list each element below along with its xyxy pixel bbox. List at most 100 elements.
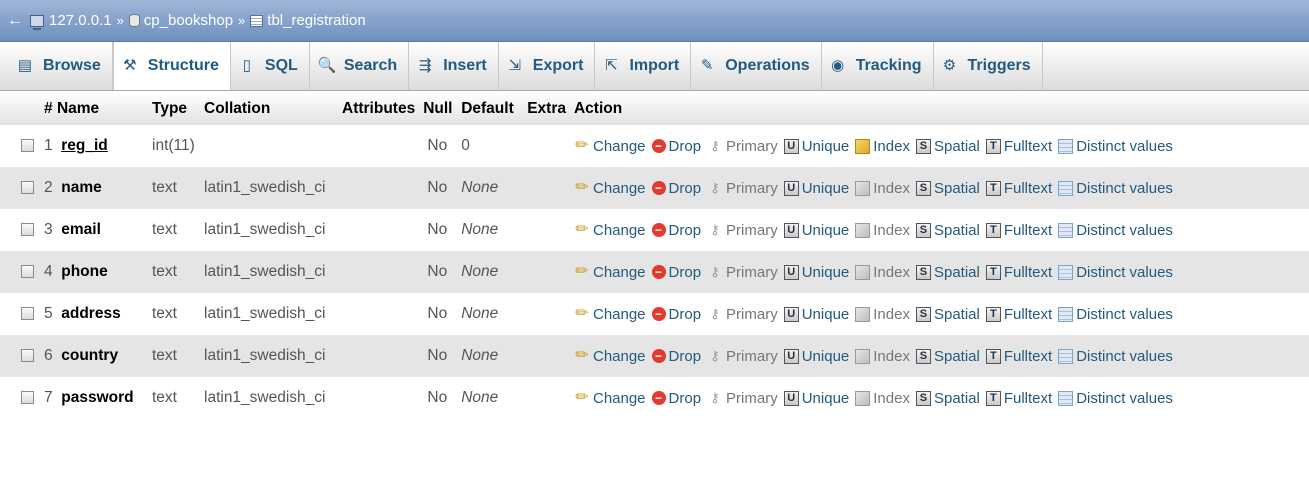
fulltext-action[interactable]: T Fulltext	[985, 138, 1052, 155]
drop-action[interactable]: − Drop	[651, 390, 701, 407]
tab-browse[interactable]: ▤ Browse	[9, 42, 113, 90]
spatial-label: Spatial	[933, 305, 980, 323]
spatial-action[interactable]: S Spatial	[915, 348, 980, 365]
spatial-action[interactable]: S Spatial	[915, 305, 980, 323]
row-checkbox[interactable]	[21, 307, 34, 321]
row-checkbox[interactable]	[21, 391, 34, 405]
distinct-action[interactable]: Distinct values	[1058, 264, 1173, 281]
change-action[interactable]: ✏ Change	[574, 137, 645, 155]
row-checkbox[interactable]	[21, 223, 34, 237]
tab-tracking[interactable]: ◉ Tracking	[822, 42, 934, 90]
tab-search[interactable]: 🔍 Search	[310, 42, 410, 90]
unique-action[interactable]: U Unique	[783, 390, 849, 407]
column-number: 1	[44, 137, 53, 154]
column-attributes	[338, 377, 420, 419]
distinct-action[interactable]: Distinct values	[1058, 306, 1173, 323]
tab-import[interactable]: ⇱ Import	[595, 42, 692, 90]
column-name: reg_id	[61, 137, 108, 154]
tab-bar: ▤ Browse ⚒ Structure ▯ SQL 🔍 Search ⇶ Insert ⇲ Expo…	[0, 42, 1309, 91]
column-type: text	[148, 335, 200, 377]
column-name-cell: 7 password	[44, 377, 148, 419]
distinct-action[interactable]: Distinct values	[1058, 138, 1173, 155]
fulltext-action[interactable]: T Fulltext	[985, 390, 1052, 407]
drop-action[interactable]: − Drop	[651, 306, 701, 323]
insert-icon: ⇶	[418, 57, 432, 74]
row-checkbox-cell	[0, 209, 44, 251]
spatial-action[interactable]: S Spatial	[915, 389, 980, 407]
unique-action[interactable]: U Unique	[783, 264, 849, 281]
change-action[interactable]: ✏ Change	[574, 222, 645, 239]
tab-operations[interactable]: ✎ Operations	[691, 42, 822, 90]
column-name-cell: 4 phone	[44, 251, 148, 293]
change-action[interactable]: ✏ Change	[574, 180, 645, 197]
tab-triggers[interactable]: ⚙ Triggers	[934, 42, 1043, 90]
spatial-action[interactable]: S Spatial	[915, 264, 980, 281]
spatial-action[interactable]: S Spatial	[915, 222, 980, 239]
unique-label: Unique	[801, 179, 850, 197]
drop-action[interactable]: − Drop	[651, 180, 701, 197]
fulltext-action[interactable]: T Fulltext	[985, 264, 1052, 281]
change-action[interactable]: ✏ Change	[574, 264, 645, 281]
spatial-action[interactable]: S Spatial	[915, 180, 980, 197]
spatial-action[interactable]: S Spatial	[915, 138, 980, 155]
index-icon	[855, 222, 871, 238]
fulltext-action[interactable]: T Fulltext	[985, 222, 1052, 239]
unique-action[interactable]: U Unique	[783, 306, 849, 323]
index-label: Index	[873, 263, 910, 281]
search-icon: 🔍	[317, 57, 337, 74]
drop-action[interactable]: − Drop	[651, 348, 701, 365]
unique-action[interactable]: U Unique	[783, 348, 849, 365]
distinct-action[interactable]: Distinct values	[1058, 348, 1173, 365]
unique-action[interactable]: U Unique	[783, 222, 849, 239]
column-actions: ✏ Change − Drop ⚷ Primary U Unique Index S Spatial…	[569, 335, 1309, 377]
header-null: Null	[419, 92, 458, 125]
spatial-label: Spatial	[933, 389, 980, 407]
table-row: 2 name text latin1_swedish_ci No None ✏ Change…	[0, 167, 1309, 209]
row-checkbox[interactable]	[21, 139, 34, 153]
spatial-icon: S	[915, 264, 931, 280]
index-icon	[855, 390, 871, 406]
row-checkbox[interactable]	[21, 265, 34, 279]
breadcrumb-table[interactable]: tbl_registration	[250, 12, 366, 29]
fulltext-action[interactable]: T Fulltext	[985, 306, 1052, 323]
index-action[interactable]: Index	[855, 138, 910, 155]
unique-action[interactable]: U Unique	[783, 138, 849, 155]
back-arrow-icon[interactable]: ←	[0, 12, 30, 30]
column-name: address	[61, 305, 121, 322]
fulltext-action[interactable]: T Fulltext	[985, 348, 1052, 365]
breadcrumb-database[interactable]: cp_bookshop	[128, 12, 233, 29]
tab-structure[interactable]: ⚒ Structure	[112, 42, 231, 90]
primary-label: Primary	[726, 347, 778, 365]
distinct-action[interactable]: Distinct values	[1058, 222, 1173, 239]
primary-action: ⚷ Primary	[707, 306, 777, 323]
row-checkbox[interactable]	[21, 349, 34, 363]
drop-action[interactable]: − Drop	[651, 264, 701, 281]
change-action[interactable]: ✏ Change	[574, 306, 645, 323]
distinct-label: Distinct values	[1076, 305, 1173, 323]
fulltext-icon: T	[985, 222, 1001, 238]
spatial-icon: S	[915, 138, 931, 154]
tab-label: Search	[343, 57, 398, 74]
table-row: 7 password text latin1_swedish_ci No None ✏ Ch…	[0, 377, 1309, 419]
distinct-action[interactable]: Distinct values	[1058, 180, 1173, 197]
column-default: None	[457, 293, 524, 335]
distinct-values-icon	[1058, 222, 1074, 238]
column-actions: ✏ Change − Drop ⚷ Primary U Unique Index S Spatial…	[569, 293, 1309, 335]
fulltext-action[interactable]: T Fulltext	[985, 180, 1052, 197]
key-icon: ⚷	[710, 222, 720, 237]
tab-insert[interactable]: ⇶ Insert	[409, 42, 499, 90]
unique-action[interactable]: U Unique	[783, 179, 850, 197]
tab-sql[interactable]: ▯ SQL	[231, 42, 310, 90]
row-checkbox[interactable]	[21, 181, 34, 195]
drop-action[interactable]: − Drop	[651, 221, 702, 239]
drop-action[interactable]: − Drop	[651, 138, 701, 155]
column-actions: ✏ Change − Drop ⚷ Primary U Unique Index S Spatial…	[569, 125, 1309, 167]
change-action[interactable]: ✏ Change	[574, 348, 645, 365]
breadcrumb-server[interactable]: 127.0.0.1	[30, 12, 112, 30]
distinct-action[interactable]: Distinct values	[1058, 390, 1173, 407]
tab-export[interactable]: ⇲ Export	[499, 42, 596, 90]
column-collation: latin1_swedish_ci	[200, 251, 338, 293]
drop-label: Drop	[668, 221, 702, 239]
change-action[interactable]: ✏ Change	[574, 390, 645, 407]
pencil-icon: ✏	[575, 137, 589, 154]
